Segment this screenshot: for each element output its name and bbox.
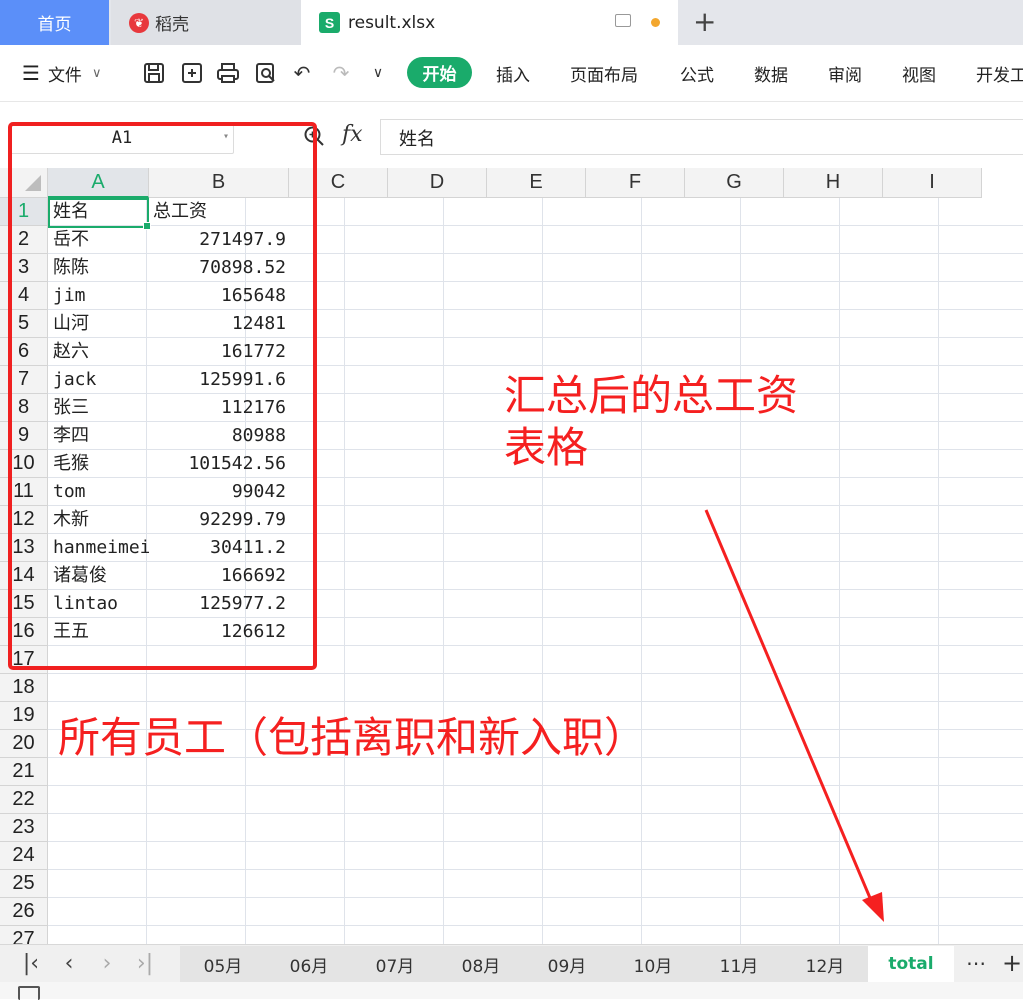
row-header-23[interactable]: 23 — [0, 814, 48, 842]
sheet-tab-11月[interactable]: 11月 — [696, 946, 782, 982]
print-icon[interactable] — [216, 61, 240, 85]
row-header-19[interactable]: 19 — [0, 702, 48, 730]
tab-file-label: result.xlsx — [348, 12, 436, 33]
sheet-tab-07月[interactable]: 07月 — [352, 946, 438, 982]
redo-icon[interactable]: ↷ — [329, 61, 353, 85]
column-header-d[interactable]: D — [388, 168, 487, 198]
browser-tab-bar: 首页 ❦ 稻壳 S result.xlsx + — [0, 0, 1023, 45]
first-sheet-icon[interactable]: |‹ — [14, 945, 48, 981]
monitor-icon[interactable] — [615, 14, 631, 27]
sheet-tab-09月[interactable]: 09月 — [524, 946, 610, 982]
sheet-tab-08月[interactable]: 08月 — [438, 946, 524, 982]
print-preview-icon[interactable] — [254, 61, 278, 85]
prev-sheet-icon[interactable]: ‹ — [52, 945, 86, 981]
more-sheets-icon[interactable]: ⋯ — [966, 945, 986, 981]
column-header-f[interactable]: F — [586, 168, 685, 198]
fx-icon[interactable]: fx — [342, 122, 363, 147]
sheet-tab-05月[interactable]: 05月 — [180, 946, 266, 982]
tab-result-file[interactable]: S result.xlsx — [301, 0, 678, 45]
row-header-27[interactable]: 27 — [0, 926, 48, 944]
column-header-h[interactable]: H — [784, 168, 883, 198]
row-header-24[interactable]: 24 — [0, 842, 48, 870]
annotation-employees-note: 所有员工（包括离职和新入职） — [58, 713, 647, 762]
row-header-26[interactable]: 26 — [0, 898, 48, 926]
last-sheet-icon[interactable]: ›| — [128, 945, 162, 981]
sheet-tab-total[interactable]: total — [868, 946, 954, 982]
menu-view[interactable]: 视图 — [902, 45, 936, 101]
new-tab-plus-icon[interactable]: + — [693, 8, 716, 36]
annotation-summary-line1: 汇总后的总工资 — [504, 371, 799, 420]
sheet-tab-bar: |‹ ‹ › ›| 05月 06月 07月 08月 09月 10月 11月 12月 total … — [0, 944, 1023, 983]
column-header-g[interactable]: G — [685, 168, 784, 198]
tab-start[interactable]: 开始 — [407, 57, 472, 88]
row-header-22[interactable]: 22 — [0, 786, 48, 814]
row-header-18[interactable]: 18 — [0, 674, 48, 702]
docer-logo-icon: ❦ — [129, 12, 149, 33]
formula-input[interactable]: 姓名 — [380, 119, 1023, 155]
sheet-tab-12月[interactable]: 12月 — [782, 946, 868, 982]
tab-home-label: 首页 — [37, 15, 72, 35]
more-dropdown-icon[interactable]: ∨ — [366, 61, 390, 85]
tab-docer[interactable]: ❦ 稻壳 — [111, 0, 301, 45]
menu-page-layout[interactable]: 页面布局 — [570, 45, 638, 101]
file-menu-label: 文件 — [47, 65, 82, 86]
status-bar — [0, 982, 1023, 1000]
annotation-summary-note: 汇总后的总工资 表格 — [504, 370, 798, 474]
sheet-tab-10月[interactable]: 10月 — [610, 946, 696, 982]
hamburger-icon: ☰ — [22, 61, 40, 85]
export-icon[interactable] — [180, 61, 204, 85]
annotation-summary-line2: 表格 — [504, 423, 589, 472]
row-header-25[interactable]: 25 — [0, 870, 48, 898]
save-icon[interactable] — [142, 61, 166, 85]
menu-review[interactable]: 审阅 — [828, 45, 862, 101]
file-menu-button[interactable]: ☰ 文件 ∨ — [22, 45, 101, 101]
menu-developer[interactable]: 开发工 — [976, 45, 1023, 101]
tab-docer-label: 稻壳 — [155, 15, 189, 35]
column-header-i[interactable]: I — [883, 168, 982, 198]
column-header-e[interactable]: E — [487, 168, 586, 198]
menu-formula[interactable]: 公式 — [680, 45, 714, 101]
add-sheet-icon[interactable]: + — [1002, 945, 1022, 981]
row-header-20[interactable]: 20 — [0, 730, 48, 758]
unsaved-dot-icon — [651, 18, 660, 27]
tab-home[interactable]: 首页 — [0, 0, 109, 45]
row-header-21[interactable]: 21 — [0, 758, 48, 786]
chevron-down-icon: ∨ — [91, 65, 102, 81]
view-mode-icon[interactable] — [18, 986, 40, 1000]
menu-insert[interactable]: 插入 — [496, 45, 530, 101]
menu-data[interactable]: 数据 — [754, 45, 788, 101]
annotation-highlight-box — [8, 122, 317, 670]
undo-icon[interactable]: ↶ — [290, 61, 314, 85]
sheet-tab-06月[interactable]: 06月 — [266, 946, 352, 982]
next-sheet-icon[interactable]: › — [90, 945, 124, 981]
spreadsheet-icon: S — [319, 12, 340, 33]
